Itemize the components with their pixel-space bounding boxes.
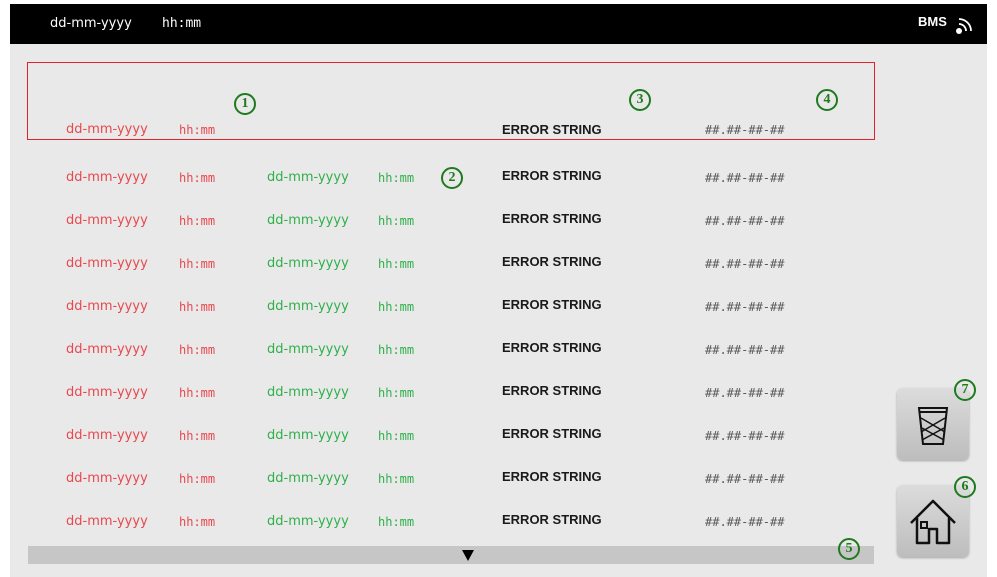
error-log-screen: dd-mm-yyyy hh:mm BMS dd-mm-yyyy hh:mm ER…: [10, 4, 987, 577]
end-time: hh:mm: [378, 214, 415, 228]
error-code: ##.##-##-##: [705, 386, 785, 400]
log-row[interactable]: dd-mm-yyyy hh:mm dd-mm-yyyy hh:mm ERROR …: [10, 295, 890, 319]
end-time: hh:mm: [378, 343, 415, 357]
error-code: ##.##-##-##: [705, 515, 785, 529]
selected-start-date: dd-mm-yyyy: [66, 122, 148, 137]
end-date: dd-mm-yyyy: [267, 385, 349, 400]
start-time: hh:mm: [179, 257, 216, 271]
start-time: hh:mm: [179, 343, 216, 357]
start-time: hh:mm: [179, 300, 216, 314]
annotation-marker-5: 5: [838, 538, 860, 560]
start-date: dd-mm-yyyy: [66, 428, 148, 443]
error-code: ##.##-##-##: [705, 429, 785, 443]
start-date: dd-mm-yyyy: [66, 170, 148, 185]
error-string: ERROR STRING: [502, 426, 602, 441]
annotation-marker-1: 1: [234, 93, 256, 115]
end-time: hh:mm: [378, 257, 415, 271]
end-date: dd-mm-yyyy: [267, 471, 349, 486]
end-date: dd-mm-yyyy: [267, 170, 349, 185]
end-date: dd-mm-yyyy: [267, 514, 349, 529]
status-bar: dd-mm-yyyy hh:mm BMS: [10, 4, 987, 44]
error-string: ERROR STRING: [502, 168, 602, 183]
annotation-marker-2: 2: [441, 167, 463, 189]
selected-error-string: ERROR STRING: [502, 122, 602, 137]
log-row[interactable]: dd-mm-yyyy hh:mm dd-mm-yyyy hh:mm ERROR …: [10, 252, 890, 276]
selected-start-time: hh:mm: [179, 123, 216, 137]
annotation-marker-4: 4: [816, 89, 838, 111]
start-time: hh:mm: [179, 171, 216, 185]
start-time: hh:mm: [179, 515, 216, 529]
error-string: ERROR STRING: [502, 254, 602, 269]
end-date: dd-mm-yyyy: [267, 342, 349, 357]
start-date: dd-mm-yyyy: [66, 213, 148, 228]
scroll-down-icon[interactable]: [462, 550, 474, 561]
error-code: ##.##-##-##: [705, 257, 785, 271]
log-row[interactable]: dd-mm-yyyy hh:mm dd-mm-yyyy hh:mm ERROR …: [10, 510, 890, 534]
log-row[interactable]: dd-mm-yyyy hh:mm dd-mm-yyyy hh:mm ERROR …: [10, 467, 890, 491]
error-code: ##.##-##-##: [705, 300, 785, 314]
error-code: ##.##-##-##: [705, 472, 785, 486]
end-time: hh:mm: [378, 386, 415, 400]
current-date: dd-mm-yyyy: [50, 16, 132, 31]
start-time: hh:mm: [179, 429, 216, 443]
error-string: ERROR STRING: [502, 383, 602, 398]
log-row[interactable]: dd-mm-yyyy hh:mm dd-mm-yyyy hh:mm ERROR …: [10, 338, 890, 362]
end-date: dd-mm-yyyy: [267, 213, 349, 228]
selected-log-row[interactable]: dd-mm-yyyy hh:mm ERROR STRING ##.##-##-#…: [10, 118, 890, 142]
start-date: dd-mm-yyyy: [66, 471, 148, 486]
error-code: ##.##-##-##: [705, 171, 785, 185]
end-time: hh:mm: [378, 429, 415, 443]
start-date: dd-mm-yyyy: [66, 342, 148, 357]
start-time: hh:mm: [179, 386, 216, 400]
log-row[interactable]: dd-mm-yyyy hh:mm dd-mm-yyyy hh:mm ERROR …: [10, 424, 890, 448]
start-date: dd-mm-yyyy: [66, 256, 148, 271]
error-string: ERROR STRING: [502, 211, 602, 226]
selected-error-code: ##.##-##-##: [705, 123, 785, 137]
start-date: dd-mm-yyyy: [66, 299, 148, 314]
error-code: ##.##-##-##: [705, 343, 785, 357]
start-time: hh:mm: [179, 214, 216, 228]
error-string: ERROR STRING: [502, 340, 602, 355]
scrollbar[interactable]: [28, 546, 874, 564]
error-code: ##.##-##-##: [705, 214, 785, 228]
current-time: hh:mm: [162, 16, 202, 31]
annotation-marker-3: 3: [629, 89, 651, 111]
start-date: dd-mm-yyyy: [66, 385, 148, 400]
log-row[interactable]: dd-mm-yyyy hh:mm dd-mm-yyyy hh:mm ERROR …: [10, 209, 890, 233]
start-date: dd-mm-yyyy: [66, 514, 148, 529]
end-time: hh:mm: [378, 515, 415, 529]
end-time: hh:mm: [378, 300, 415, 314]
end-date: dd-mm-yyyy: [267, 299, 349, 314]
error-string: ERROR STRING: [502, 297, 602, 312]
error-string: ERROR STRING: [502, 512, 602, 527]
end-date: dd-mm-yyyy: [267, 428, 349, 443]
error-string: ERROR STRING: [502, 469, 602, 484]
annotation-marker-6: 6: [954, 476, 976, 498]
wifi-signal-icon: [956, 18, 972, 34]
log-row[interactable]: dd-mm-yyyy hh:mm dd-mm-yyyy hh:mm ERROR …: [10, 381, 890, 405]
end-time: hh:mm: [378, 171, 415, 185]
annotation-marker-7: 7: [954, 379, 976, 401]
bms-status-label: BMS: [918, 14, 947, 29]
end-date: dd-mm-yyyy: [267, 256, 349, 271]
start-time: hh:mm: [179, 472, 216, 486]
end-time: hh:mm: [378, 472, 415, 486]
